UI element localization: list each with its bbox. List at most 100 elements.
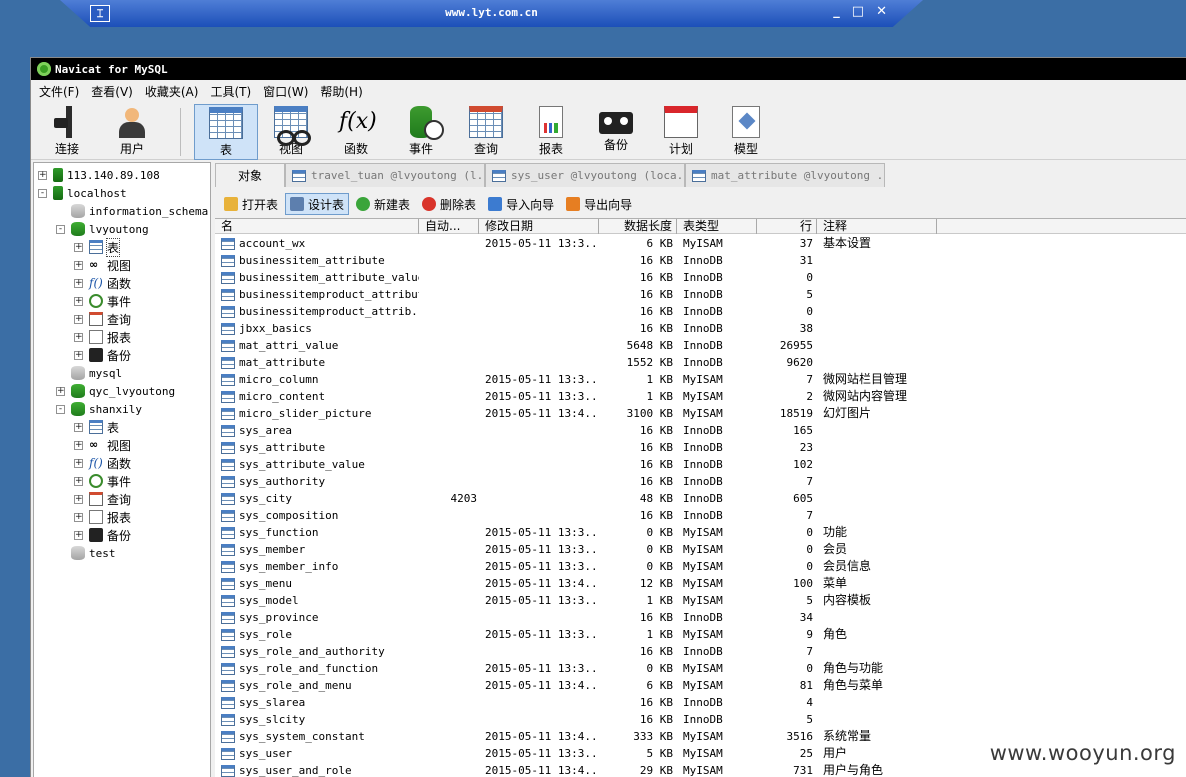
- tree-node[interactable]: + f() 函数: [74, 274, 131, 292]
- tree-expander-icon[interactable]: -: [38, 188, 47, 198]
- tree-node[interactable]: + 表: [74, 237, 121, 257]
- function-button[interactable]: f(x) 函数: [324, 104, 388, 160]
- tree-expander-icon[interactable]: +: [74, 260, 83, 270]
- tree-node[interactable]: + 查询: [74, 490, 131, 508]
- table-row[interactable]: sys_model 2015-05-11 13:3... 1 KB MyISAM 5 内容…: [215, 592, 1186, 609]
- table-row[interactable]: sys_slcity 16 KB InnoDB 5: [215, 711, 1186, 728]
- tree-node[interactable]: - lvyoutong: [56, 220, 149, 238]
- menu-file[interactable]: 文件(F): [39, 83, 79, 100]
- tree-node[interactable]: + 查询: [74, 310, 131, 328]
- column-header-auto-increment[interactable]: 自动...: [419, 219, 479, 234]
- tab-travel-tuan[interactable]: travel_tuan @lvyoutong (l...: [285, 163, 485, 187]
- schedule-button[interactable]: 计划: [649, 104, 713, 160]
- report-button[interactable]: 报表: [519, 104, 583, 160]
- table-row[interactable]: micro_content 2015-05-11 13:3... 1 KB MyISA…: [215, 388, 1186, 405]
- tree-expander-icon[interactable]: +: [74, 242, 83, 252]
- column-header-comment[interactable]: 注释: [817, 219, 937, 234]
- table-row[interactable]: sys_role_and_authority 16 KB InnoDB 7: [215, 643, 1186, 660]
- tree-node[interactable]: + ∞ 视图: [74, 256, 131, 274]
- tree-node[interactable]: + 事件: [74, 472, 131, 490]
- tree-expander-icon[interactable]: +: [74, 332, 83, 342]
- tree-node[interactable]: + 备份: [74, 526, 131, 544]
- tree-node[interactable]: + 事件: [74, 292, 131, 310]
- table-row[interactable]: sys_member 2015-05-11 13:3... 0 KB MyISAM 0 会…: [215, 541, 1186, 558]
- tree-expander-icon[interactable]: -: [56, 404, 65, 414]
- table-row[interactable]: businessitemproduct_attribute 16 KB InnoDB…: [215, 286, 1186, 303]
- table-row[interactable]: micro_slider_picture 2015-05-11 13:4... 31…: [215, 405, 1186, 422]
- table-row[interactable]: sys_slarea 16 KB InnoDB 4: [215, 694, 1186, 711]
- table-row[interactable]: sys_role_and_menu 2015-05-11 13:4... 6 KB M…: [215, 677, 1186, 694]
- tree-node[interactable]: information_schema: [56, 202, 208, 220]
- tree-node[interactable]: - shanxily: [56, 400, 142, 418]
- tab-mat-attribute[interactable]: mat_attribute @lvyoutong ...: [685, 163, 885, 187]
- tree-expander-icon[interactable]: +: [74, 278, 83, 288]
- tree-node[interactable]: - localhost: [38, 184, 127, 202]
- tree-node[interactable]: + ∞ 视图: [74, 436, 131, 454]
- tree-node[interactable]: test: [56, 544, 116, 562]
- tree-expander-icon[interactable]: +: [74, 350, 83, 360]
- tree-expander-icon[interactable]: -: [56, 224, 65, 234]
- table-row[interactable]: jbxx_basics 16 KB InnoDB 38: [215, 320, 1186, 337]
- menu-help[interactable]: 帮助(H): [320, 83, 362, 100]
- tree-node[interactable]: + qyc_lvyoutong: [56, 382, 175, 400]
- table-row[interactable]: micro_column 2015-05-11 13:3... 1 KB MyISAM…: [215, 371, 1186, 388]
- table-row[interactable]: sys_function 2015-05-11 13:3... 0 KB MyISAM…: [215, 524, 1186, 541]
- table-row[interactable]: sys_area 16 KB InnoDB 165: [215, 422, 1186, 439]
- table-row[interactable]: businessitemproduct_attrib... 16 KB InnoDB…: [215, 303, 1186, 320]
- tree-expander-icon[interactable]: +: [74, 458, 83, 468]
- column-header-rows[interactable]: 行: [757, 219, 817, 234]
- design-table-button[interactable]: 设计表: [285, 193, 350, 215]
- tree-expander-icon[interactable]: +: [38, 170, 47, 180]
- table-row[interactable]: sys_city 4203 48 KB InnoDB 605: [215, 490, 1186, 507]
- open-table-button[interactable]: 打开表: [219, 193, 283, 215]
- tree-expander-icon[interactable]: +: [74, 494, 83, 504]
- table-row[interactable]: sys_menu 2015-05-11 13:4... 12 KB MyISAM 100…: [215, 575, 1186, 592]
- restore-icon[interactable]: □: [852, 4, 864, 19]
- tree-expander-icon[interactable]: +: [74, 440, 83, 450]
- table-row[interactable]: businessitem_attribute 16 KB InnoDB 31: [215, 252, 1186, 269]
- menu-window[interactable]: 窗口(W): [263, 83, 308, 100]
- tree-node[interactable]: + f() 函数: [74, 454, 131, 472]
- table-row[interactable]: sys_role 2015-05-11 13:3... 1 KB MyISAM 9 角色: [215, 626, 1186, 643]
- import-wizard-button[interactable]: 导入向导: [483, 193, 559, 215]
- table-button[interactable]: 表: [194, 104, 258, 160]
- new-table-button[interactable]: 新建表: [351, 193, 415, 215]
- table-row[interactable]: sys_authority 16 KB InnoDB 7: [215, 473, 1186, 490]
- column-header-modified-date[interactable]: 修改日期: [479, 219, 599, 234]
- menu-view[interactable]: 查看(V): [91, 83, 133, 100]
- menu-tools[interactable]: 工具(T): [210, 83, 251, 100]
- tree-expander-icon[interactable]: +: [56, 386, 65, 396]
- table-row[interactable]: sys_attribute_value 16 KB InnoDB 102: [215, 456, 1186, 473]
- column-header-data-length[interactable]: 数据长度: [599, 219, 677, 234]
- tree-expander-icon[interactable]: +: [74, 314, 83, 324]
- table-row[interactable]: sys_role_and_function 2015-05-11 13:3... 0…: [215, 660, 1186, 677]
- minimize-icon[interactable]: _: [833, 4, 840, 19]
- table-row[interactable]: account_wx 2015-05-11 13:3... 6 KB MyISAM 37…: [215, 235, 1186, 252]
- tree-expander-icon[interactable]: +: [74, 422, 83, 432]
- column-header-name[interactable]: 名: [215, 219, 419, 234]
- tree-node[interactable]: + 表: [74, 418, 119, 436]
- tree-node[interactable]: mysql: [56, 364, 122, 382]
- model-button[interactable]: 模型: [714, 104, 778, 160]
- tree-expander-icon[interactable]: +: [74, 530, 83, 540]
- table-row[interactable]: sys_composition 16 KB InnoDB 7: [215, 507, 1186, 524]
- close-icon[interactable]: ✕: [876, 4, 887, 19]
- table-row[interactable]: businessitem_attribute_value 16 KB InnoDB 0: [215, 269, 1186, 286]
- tab-objects[interactable]: 对象: [215, 163, 285, 187]
- tree-expander-icon[interactable]: +: [74, 296, 83, 306]
- tree-node[interactable]: + 报表: [74, 508, 131, 526]
- user-button[interactable]: 用户: [100, 104, 164, 160]
- delete-table-button[interactable]: 删除表: [417, 193, 481, 215]
- tree-expander-icon[interactable]: +: [74, 476, 83, 486]
- table-row[interactable]: sys_province 16 KB InnoDB 34: [215, 609, 1186, 626]
- view-button[interactable]: 视图: [259, 104, 323, 160]
- tree-expander-icon[interactable]: +: [74, 512, 83, 522]
- tree-node[interactable]: + 备份: [74, 346, 131, 364]
- menu-favorites[interactable]: 收藏夹(A): [145, 83, 199, 100]
- export-wizard-button[interactable]: 导出向导: [561, 193, 637, 215]
- tab-sys-user[interactable]: sys_user @lvyoutong (loca...: [485, 163, 685, 187]
- table-row[interactable]: sys_attribute 16 KB InnoDB 23: [215, 439, 1186, 456]
- table-row[interactable]: mat_attri_value 5648 KB InnoDB 26955: [215, 337, 1186, 354]
- event-button[interactable]: 事件: [389, 104, 453, 160]
- query-button[interactable]: 查询: [454, 104, 518, 160]
